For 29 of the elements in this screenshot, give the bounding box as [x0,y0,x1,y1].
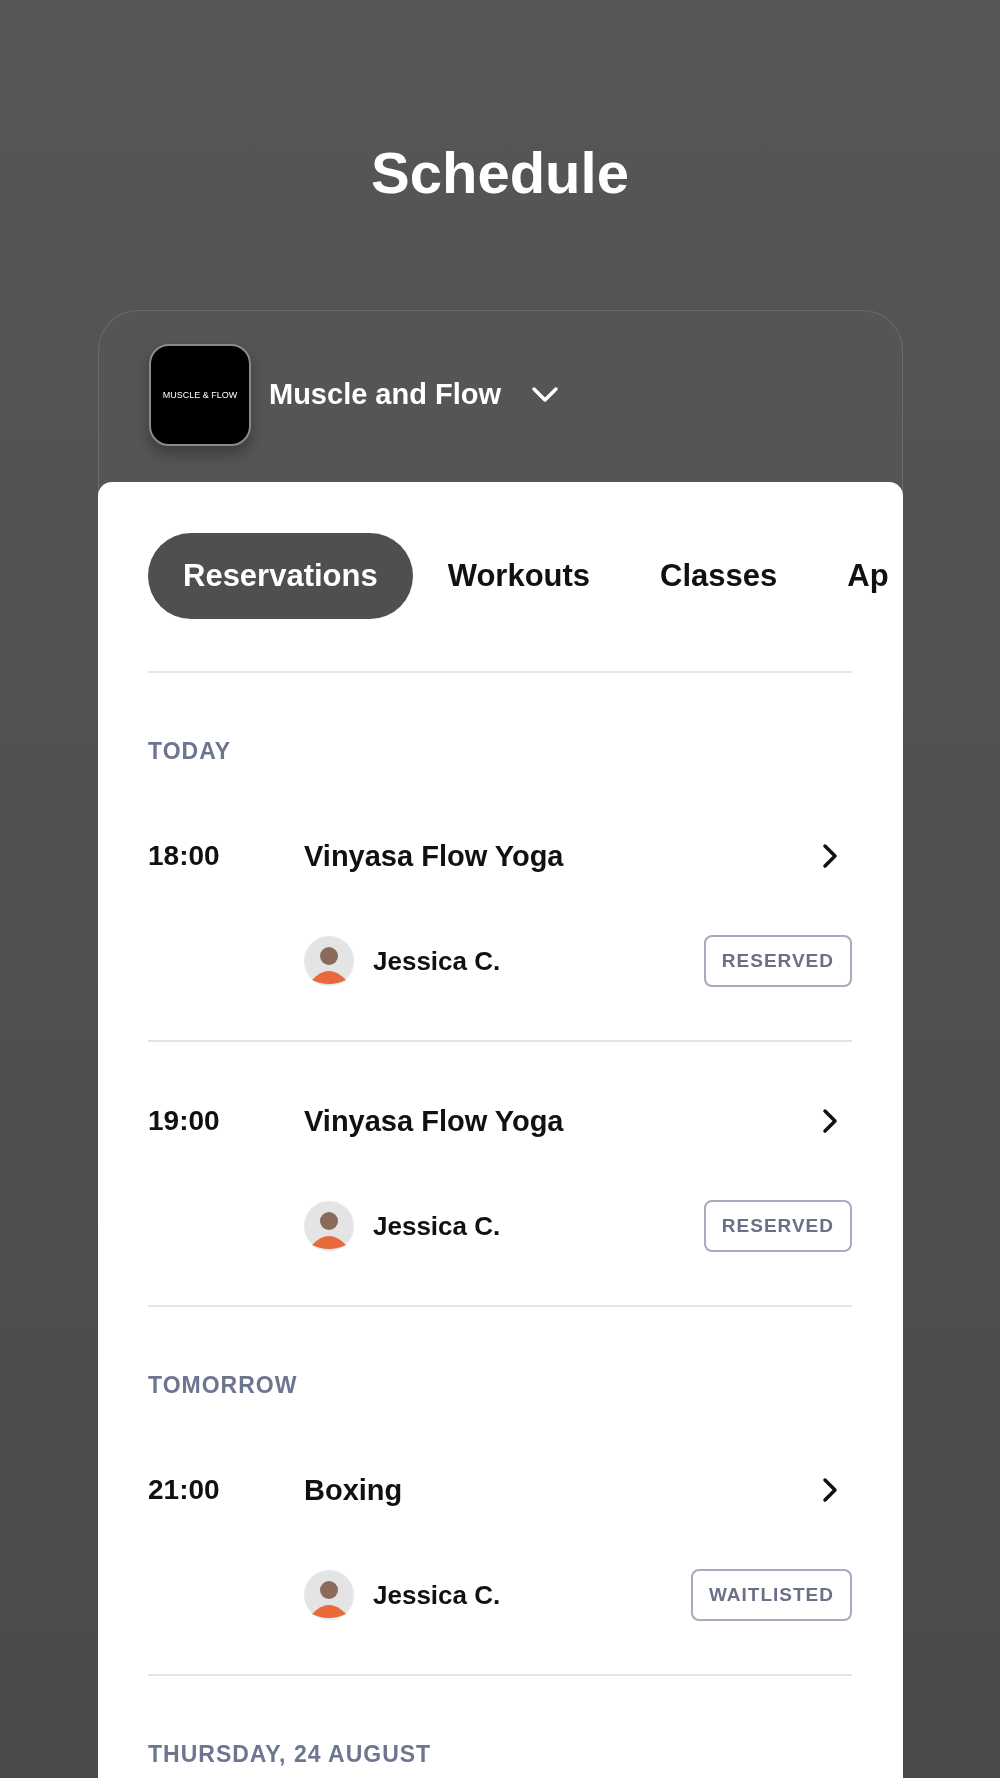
class-title[interactable]: Vinyasa Flow Yoga [304,1104,822,1138]
chevron-right-icon[interactable] [822,1477,838,1503]
instructor-name: Jessica C. [373,945,502,977]
day-heading: TODAY [148,737,232,766]
instructor-name: Jessica C. [373,1210,502,1242]
class-time: 19:00 [148,1105,221,1137]
class-time: 21:00 [148,1474,221,1506]
instructor-name: Jessica C. [373,1579,502,1611]
tab[interactable]: Ap [812,533,889,619]
tab[interactable]: Workouts [412,533,626,619]
status-badge: RESERVED [703,1200,852,1252]
status-badge: RESERVED [703,935,852,987]
chevron-right-icon[interactable] [822,843,838,869]
tab[interactable]: Classes [625,533,813,619]
avatar [304,1201,354,1251]
class-title[interactable]: Vinyasa Flow Yoga [304,839,822,873]
studio-logo[interactable]: MUSCLE & FLOW [149,344,251,446]
tab[interactable]: Reservations [148,533,413,619]
chevron-down-icon[interactable] [531,386,560,404]
chevron-right-icon[interactable] [822,1108,838,1134]
studio-name[interactable]: Muscle and Flow [269,377,502,411]
class-time: 18:00 [148,840,221,872]
avatar [304,1570,354,1620]
class-title[interactable]: Boxing [304,1473,822,1507]
status-badge: WAITLISTED [690,1569,852,1621]
avatar [304,936,354,986]
day-heading: THURSDAY, 24 AUGUST [148,1740,433,1769]
page-title: Schedule [370,139,630,207]
day-heading: TOMORROW [148,1371,299,1400]
